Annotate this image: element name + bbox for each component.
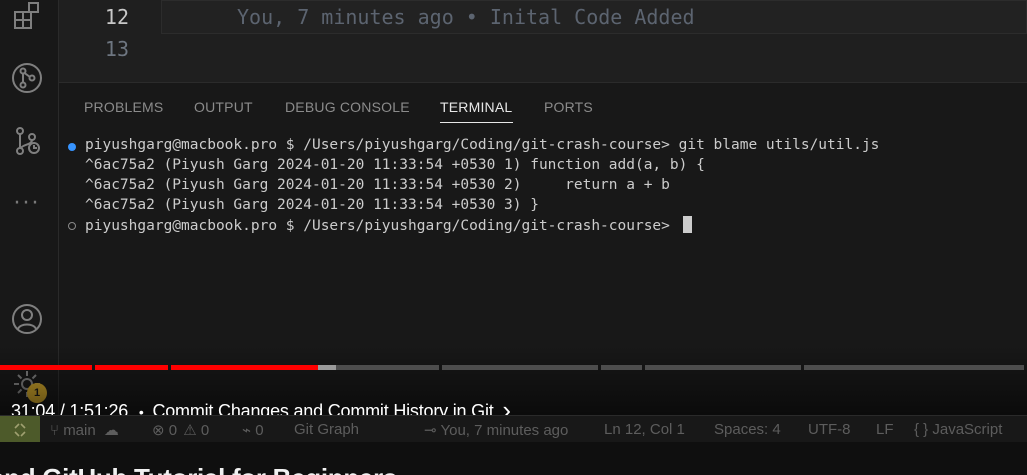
remote-indicator-icon[interactable] <box>0 416 40 443</box>
tab-ports[interactable]: PORTS <box>544 99 593 115</box>
progress-track-segment <box>442 365 598 370</box>
error-icon: ⊗ <box>152 422 165 439</box>
terminal-prompt: piyushgarg@macbook.pro $ /Users/piyushga… <box>85 218 679 234</box>
video-progress-bar[interactable] <box>0 365 1027 370</box>
code-editor[interactable]: 12 13 You, 7 minutes ago • Inital Code A… <box>59 0 1027 82</box>
end-of-line[interactable]: LF <box>876 421 894 438</box>
tab-problems[interactable]: PROBLEMS <box>84 99 163 115</box>
command-pending-dot <box>68 222 76 230</box>
git-graph-button[interactable]: Git Graph <box>294 421 359 438</box>
account-icon[interactable] <box>11 303 43 335</box>
cursor-position[interactable]: Ln 12, Col 1 <box>604 421 685 438</box>
terminal-prompt-line[interactable]: piyushgarg@macbook.pro $ /Users/piyushga… <box>85 216 692 234</box>
tab-output[interactable]: OUTPUT <box>194 99 253 115</box>
video-title-area: and GitHub Tutorial for Beginners <box>0 442 1027 475</box>
terminal-line: ^6ac75a2 (Piyush Garg 2024-01-20 11:33:5… <box>85 157 705 173</box>
bottom-panel: PROBLEMS OUTPUT DEBUG CONSOLE TERMINAL P… <box>59 82 1027 366</box>
problems-indicator[interactable]: ⊗ 0 ⚠ 0 <box>152 421 209 439</box>
terminal-line: ^6ac75a2 (Piyush Garg 2024-01-20 11:33:5… <box>85 177 670 193</box>
status-bar: ⑂ main ☁ ⊗ 0 ⚠ 0 ⌁ 0 Git Graph ⊸ You, 7 … <box>0 415 1027 443</box>
terminal-cursor <box>682 216 692 233</box>
indentation[interactable]: Spaces: 4 <box>714 421 781 438</box>
language-name: JavaScript <box>932 421 1003 438</box>
warning-count: 0 <box>200 422 210 439</box>
ports-count: 0 <box>255 422 264 439</box>
commit-icon: ⊸ <box>424 422 437 439</box>
progress-track-segment <box>601 365 642 370</box>
blame-text: You, 7 minutes ago <box>440 422 569 439</box>
git-graph-icon[interactable] <box>11 125 43 157</box>
ports-icon: ⌁ <box>242 422 252 439</box>
more-icon[interactable]: ··· <box>11 188 43 220</box>
tab-terminal[interactable]: TERMINAL <box>440 99 512 115</box>
error-count: 0 <box>168 422 178 439</box>
branch-name: main <box>63 422 96 439</box>
progress-played-segment <box>171 365 319 370</box>
progress-played-segment <box>0 365 92 370</box>
terminal-line: ^6ac75a2 (Piyush Garg 2024-01-20 11:33:5… <box>85 197 539 213</box>
progress-buffered-segment <box>318 365 336 370</box>
active-tab-indicator <box>440 122 513 123</box>
ports-indicator[interactable]: ⌁ 0 <box>242 421 264 439</box>
line-number: 13 <box>104 37 129 61</box>
tab-debug-console[interactable]: DEBUG CONSOLE <box>285 99 410 115</box>
braces-icon: { } <box>914 421 929 438</box>
line-number: 12 <box>104 5 129 29</box>
progress-track-segment <box>645 365 801 370</box>
video-title: and GitHub Tutorial for Beginners <box>0 463 397 475</box>
progress-track-segment <box>804 365 1024 370</box>
blame-indicator[interactable]: ⊸ You, 7 minutes ago <box>424 421 568 439</box>
progress-played-segment <box>95 365 168 370</box>
language-mode[interactable]: { } JavaScript <box>914 421 1002 438</box>
branch-indicator[interactable]: ⑂ main ☁ <box>50 421 119 439</box>
sync-icon: ☁ <box>103 422 119 439</box>
source-control-icon[interactable] <box>11 62 43 94</box>
video-frame: ··· 1 12 13 You, 7 minutes ago • Inital … <box>0 0 1027 475</box>
branch-icon: ⑂ <box>50 422 60 439</box>
command-success-dot <box>68 143 76 151</box>
warning-icon: ⚠ <box>183 422 197 439</box>
extensions-icon[interactable] <box>11 0 43 32</box>
terminal-line: piyushgarg@macbook.pro $ /Users/piyushga… <box>85 137 880 153</box>
inline-blame-annotation: You, 7 minutes ago • Inital Code Added <box>237 5 695 29</box>
encoding[interactable]: UTF-8 <box>808 421 851 438</box>
